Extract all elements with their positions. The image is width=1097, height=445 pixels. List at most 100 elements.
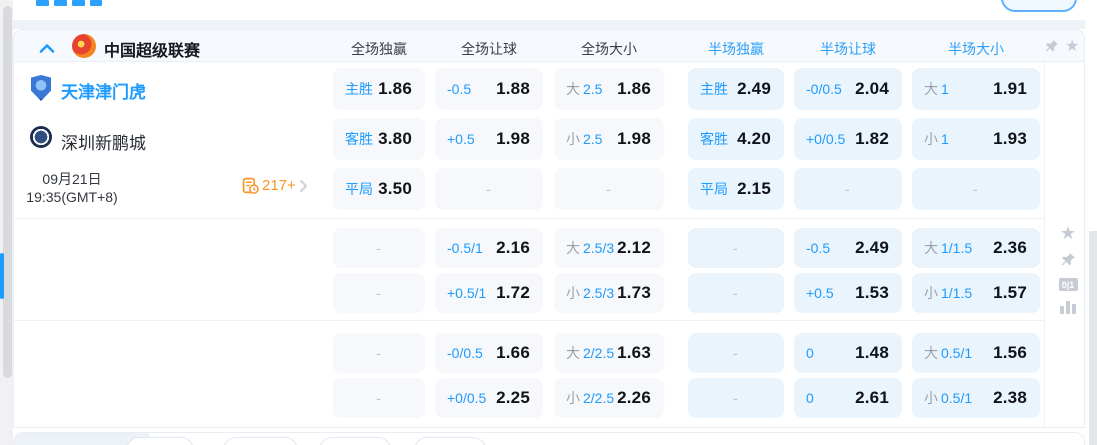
odds-value: 1.86 <box>617 79 651 98</box>
league-card: 中国超级联赛 全场独赢 全场让球 全场大小 半场独赢 半场让球 半场大小 ★ 天津津门虎 … <box>13 29 1085 428</box>
odds-value: 2.16 <box>496 238 530 257</box>
empty-dash: - <box>973 181 978 197</box>
odds-cell[interactable]: -0/0.5 2.04 <box>794 68 902 110</box>
favorite-star-icon[interactable]: ★ <box>1065 38 1079 54</box>
block-separator <box>14 218 1044 219</box>
odds-cell[interactable]: 主胜 1.86 <box>333 68 425 110</box>
odds-cell-empty: - <box>688 333 784 373</box>
clipped-pill-button[interactable] <box>319 437 391 445</box>
odds-cell[interactable]: 平局 3.50 <box>333 168 425 210</box>
column-header: 全场让球 <box>461 41 517 57</box>
odds-cell-empty: - <box>333 378 425 418</box>
odds-cell[interactable]: +0.5/1 1.72 <box>435 273 543 313</box>
odds-cell-empty: - <box>688 378 784 418</box>
odds-value: 1.98 <box>496 129 530 148</box>
odds-cell[interactable]: 大 1/1.5 2.36 <box>912 228 1040 268</box>
odds-cell[interactable]: -0.5/1 2.16 <box>435 228 543 268</box>
odds-cell[interactable]: +0/0.5 1.82 <box>794 118 902 160</box>
odds-cell-empty: - <box>333 333 425 373</box>
odds-block-main: 主胜 1.86 -0.5 1.88 大 2.5 1.86 主胜 2.49 -0/0.5 2.04 大 1… <box>14 68 1044 218</box>
odds-cell[interactable]: 小 1/1.5 1.57 <box>912 273 1040 313</box>
gutter-divider <box>1044 62 1045 427</box>
odds-label: +0.5 <box>447 131 475 147</box>
odds-label: 大 2/2.5 <box>566 345 615 361</box>
odds-cell-empty: - <box>912 168 1040 210</box>
odds-cell-empty: - <box>554 168 664 210</box>
odds-cell[interactable]: 客胜 4.20 <box>688 118 784 160</box>
odds-cell-empty: - <box>688 228 784 268</box>
odds-value: 2.12 <box>617 238 651 257</box>
odds-cell[interactable]: 小 1 1.93 <box>912 118 1040 160</box>
clipped-pill-button[interactable] <box>414 437 486 445</box>
odds-cell[interactable]: 客胜 3.80 <box>333 118 425 160</box>
odds-value: 2.04 <box>855 79 889 98</box>
odds-cell[interactable]: 大 1 1.91 <box>912 68 1040 110</box>
odds-block-alt1: - -0.5/1 2.16 大 2.5/3 2.12 - -0.5 2.49 大 1/1.5 2.36… <box>14 228 1044 318</box>
column-header: 半场大小 <box>948 41 1004 57</box>
odds-cell[interactable]: +0/0.5 2.25 <box>435 378 543 418</box>
odds-cell[interactable]: -0.5 2.49 <box>794 228 902 268</box>
empty-dash: - <box>376 390 381 406</box>
collapse-chevron-up-icon[interactable] <box>39 41 55 59</box>
scroll-position-indicator <box>0 253 4 299</box>
clipped-pill-button[interactable] <box>223 437 298 445</box>
odds-row: 平局 3.50 - - 平局 2.15 - - <box>14 168 1044 210</box>
odds-cell[interactable]: -0.5 1.88 <box>435 68 543 110</box>
favorite-star-icon[interactable]: ★ <box>1060 225 1076 243</box>
score-board-icon[interactable]: 0|1 <box>1058 278 1078 291</box>
odds-label: 小1 <box>924 131 949 147</box>
odds-cell[interactable]: 小 2/2.5 2.26 <box>554 378 664 418</box>
odds-label: 客胜 <box>345 131 373 147</box>
odds-label: -0.5 <box>447 81 472 97</box>
odds-cell[interactable]: 大 2.5 1.86 <box>554 68 664 110</box>
right-scrollbar-strip[interactable] <box>1089 231 1097 445</box>
odds-label: -0/0.5 <box>447 345 483 361</box>
league-name: 中国超级联赛 <box>104 43 201 60</box>
odds-value: 1.98 <box>617 129 651 148</box>
odds-label: 小 1/1.5 <box>924 285 973 301</box>
odds-cell[interactable]: -0/0.5 1.66 <box>435 333 543 373</box>
odds-label: 主胜 <box>345 81 373 97</box>
odds-cell-empty: - <box>435 168 543 210</box>
odds-cell[interactable]: 小 2.5/3 1.73 <box>554 273 664 313</box>
left-scrollbar-track[interactable] <box>0 0 13 445</box>
odds-cell[interactable]: 小 0.5/1 2.38 <box>912 378 1040 418</box>
clipped-pill-button[interactable] <box>126 437 194 445</box>
odds-value: 3.80 <box>378 129 412 148</box>
odds-cell[interactable]: 大 2/2.5 1.63 <box>554 333 664 373</box>
odds-cell[interactable]: 大 2.5/3 2.12 <box>554 228 664 268</box>
left-scrollbar-thumb[interactable] <box>3 6 12 378</box>
clipped-tab-text-fragment <box>36 0 49 6</box>
odds-value: 1.86 <box>378 79 412 98</box>
clipped-filter-button[interactable] <box>1001 0 1077 12</box>
odds-label: 小 2.5/3 <box>566 285 615 301</box>
odds-page: 中国超级联赛 全场独赢 全场让球 全场大小 半场独赢 半场让球 半场大小 ★ 天津津门虎 … <box>0 0 1097 445</box>
clipped-tab-text-fragment <box>90 0 102 6</box>
odds-cell[interactable]: 大 0.5/1 1.56 <box>912 333 1040 373</box>
odds-value: 1.73 <box>617 283 651 302</box>
odds-block-alt2: - -0/0.5 1.66 大 2/2.5 1.63-0 1.48 大 0.5/1 1.56- +0… <box>14 333 1044 423</box>
odds-cell[interactable]: +0.5 1.53 <box>794 273 902 313</box>
odds-label: -0.5/1 <box>447 240 483 256</box>
column-header: 全场大小 <box>581 41 637 57</box>
pin-icon[interactable] <box>1060 252 1076 268</box>
empty-dash: - <box>376 345 381 361</box>
odds-value: 2.25 <box>496 388 530 407</box>
odds-label: 0 <box>806 345 814 361</box>
odds-value: 2.49 <box>855 238 889 257</box>
odds-cell[interactable]: +0.5 1.98 <box>435 118 543 160</box>
pin-icon[interactable] <box>1044 39 1059 54</box>
odds-value: 1.93 <box>993 129 1027 148</box>
odds-value: 1.57 <box>993 283 1027 302</box>
stats-chart-icon[interactable] <box>1060 301 1076 314</box>
odds-value: 1.88 <box>496 79 530 98</box>
empty-dash: - <box>733 345 738 361</box>
odds-value: 2.49 <box>737 79 771 98</box>
odds-cell[interactable]: 0 2.61 <box>794 378 902 418</box>
odds-cell[interactable]: 0 1.48 <box>794 333 902 373</box>
league-header: 中国超级联赛 全场独赢 全场让球 全场大小 半场独赢 半场让球 半场大小 ★ <box>14 30 1084 62</box>
odds-cell[interactable]: 平局 2.15 <box>688 168 784 210</box>
odds-cell[interactable]: 主胜 2.49 <box>688 68 784 110</box>
odds-value: 2.26 <box>617 388 651 407</box>
odds-cell[interactable]: 小 2.5 1.98 <box>554 118 664 160</box>
